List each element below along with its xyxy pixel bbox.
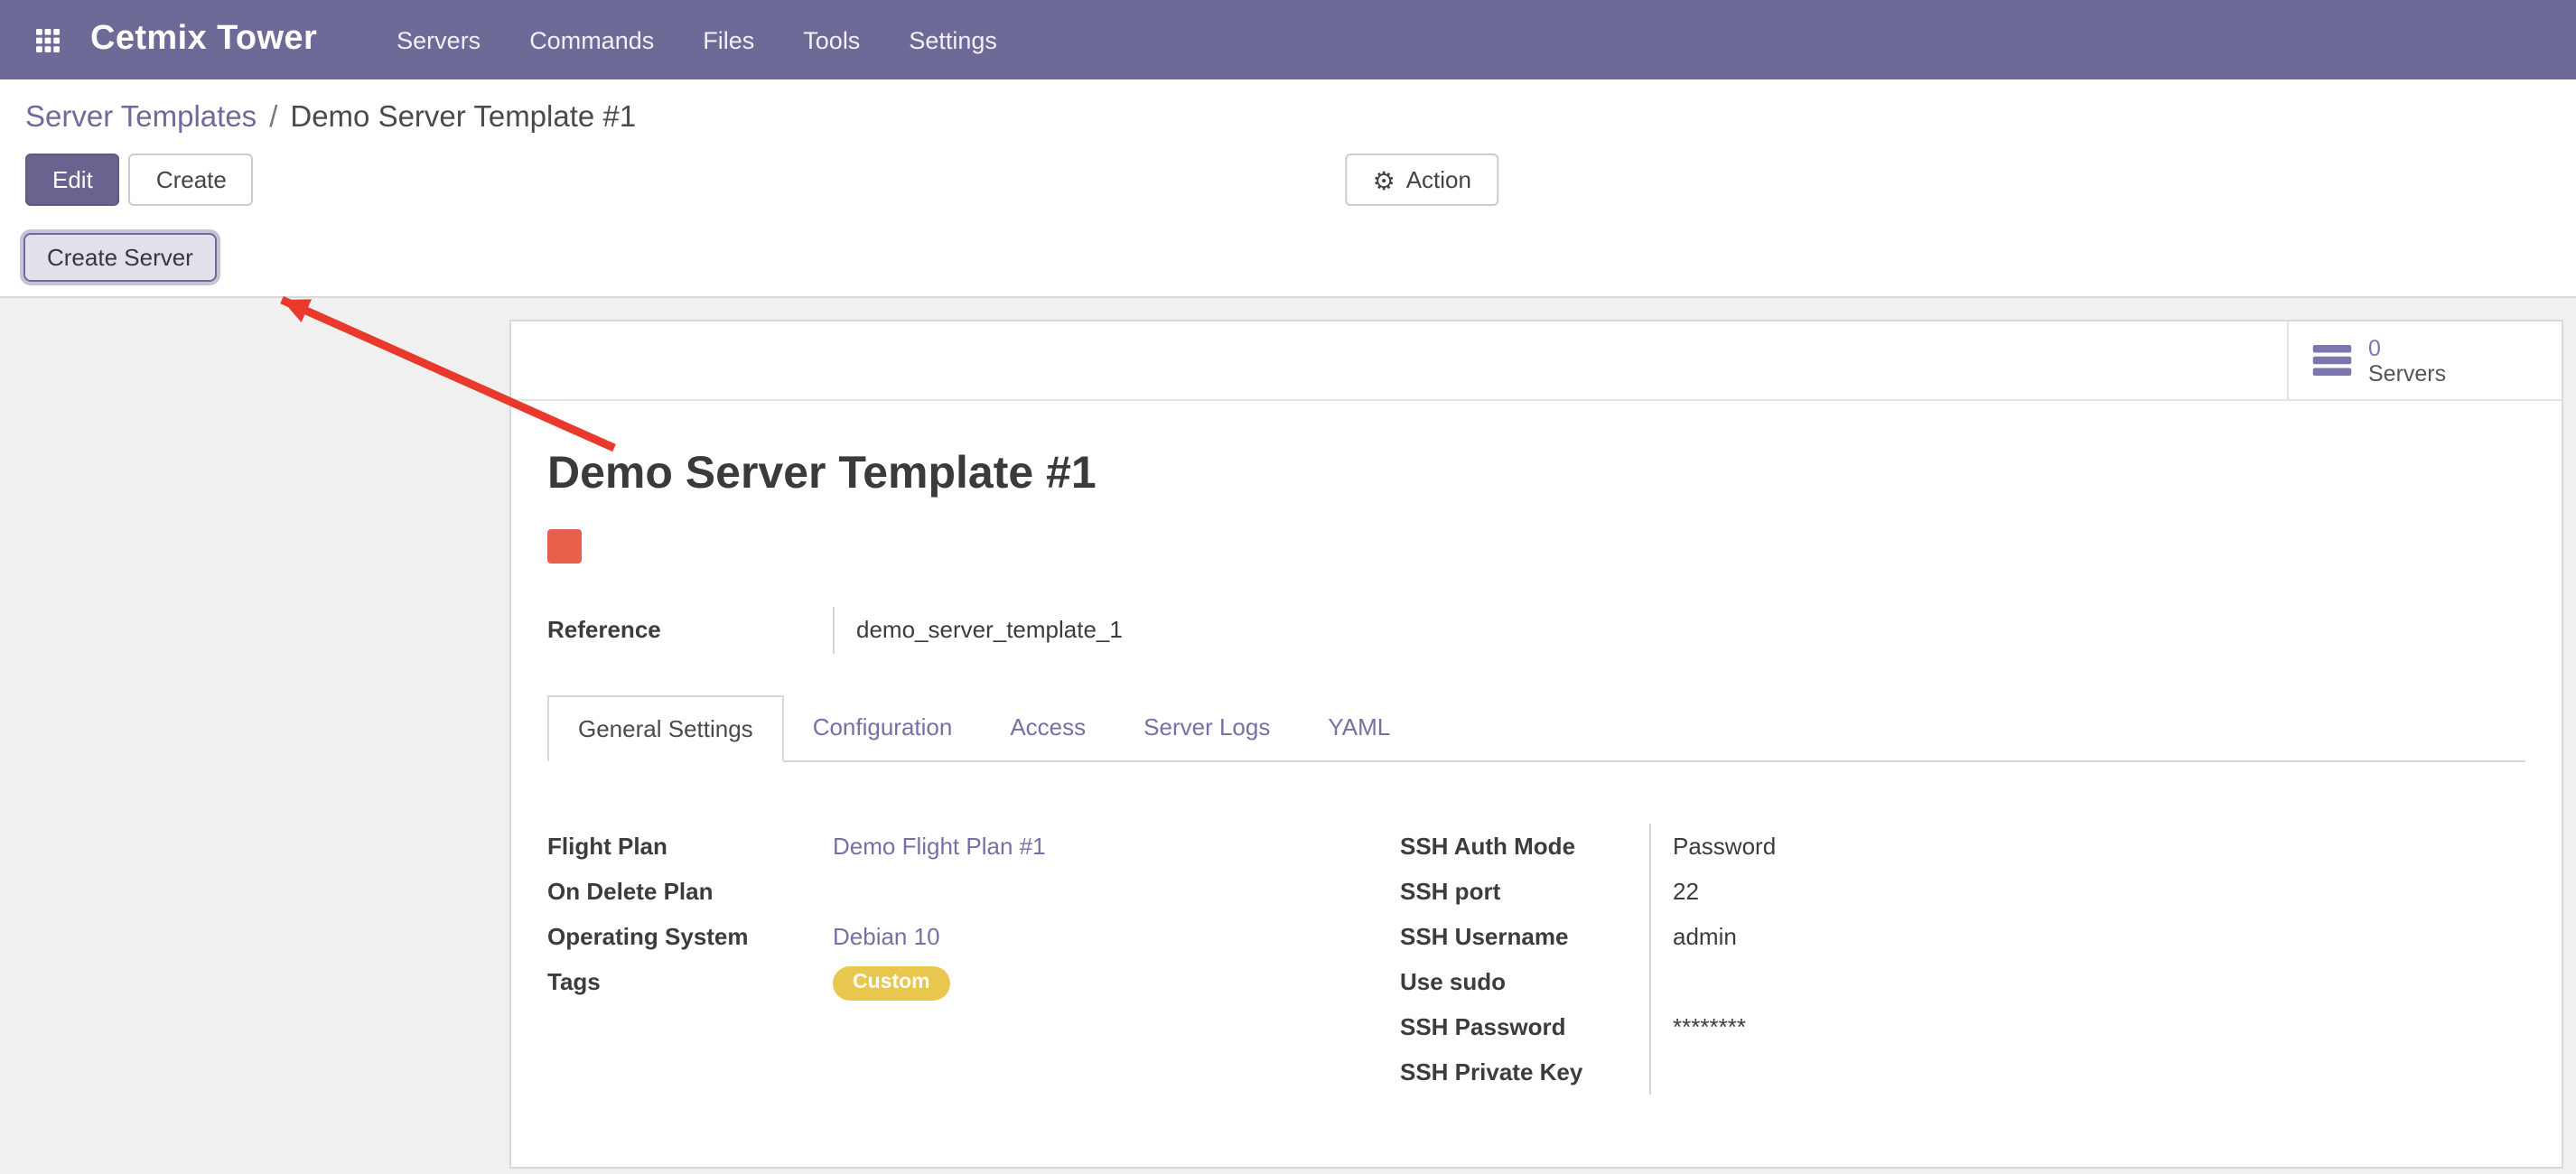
flight-plan-label: Flight Plan	[547, 824, 833, 869]
tab-general-settings[interactable]: General Settings	[547, 695, 784, 762]
ssh-username-value: admin	[1673, 914, 2525, 959]
left-values-column: Demo Flight Plan #1 Debian 10 Custom	[833, 824, 1400, 1004]
record-title: Demo Server Template #1	[547, 448, 2525, 500]
operating-system-label: Operating System	[547, 914, 833, 959]
form-view-background: 0 Servers Demo Server Template #1 Refere…	[0, 298, 2576, 1174]
apps-grid-icon	[35, 28, 59, 51]
right-values-column: Password 22 admin ********	[1649, 824, 2525, 1095]
ssh-port-label: SSH port	[1400, 869, 1649, 914]
reference-field: Reference demo_server_template_1	[547, 607, 2525, 654]
menu-settings[interactable]: Settings	[909, 26, 997, 53]
edit-button[interactable]: Edit	[25, 154, 120, 206]
ssh-private-key-value	[1673, 1049, 2525, 1095]
action-button-label: Action	[1406, 166, 1471, 193]
use-sudo-value	[1673, 959, 2525, 1004]
ssh-port-value: 22	[1673, 869, 2525, 914]
reference-value[interactable]: demo_server_template_1	[833, 607, 1230, 654]
ssh-auth-mode-value: Password	[1673, 824, 2525, 869]
servers-count-label: Servers	[2368, 360, 2446, 386]
breadcrumb-current: Demo Server Template #1	[290, 101, 636, 134]
on-delete-plan-label: On Delete Plan	[547, 869, 833, 914]
servers-stat-button[interactable]: 0 Servers	[2287, 321, 2562, 399]
gear-icon: ⚙	[1373, 167, 1395, 192]
servers-icon	[2312, 345, 2352, 376]
left-labels-column: Flight Plan On Delete Plan Operating Sys…	[547, 824, 833, 1004]
form-statusbar: Create Server	[0, 220, 2576, 298]
control-panel: Edit Create ⚙ Action	[0, 143, 2576, 220]
menu-files[interactable]: Files	[703, 26, 754, 53]
tab-access[interactable]: Access	[981, 695, 1115, 762]
menu-servers[interactable]: Servers	[397, 26, 481, 53]
general-settings-groups: Flight Plan On Delete Plan Operating Sys…	[547, 824, 2525, 1095]
create-button[interactable]: Create	[129, 154, 254, 206]
form-sheet: 0 Servers Demo Server Template #1 Refere…	[509, 320, 2563, 1169]
breadcrumb-parent-link[interactable]: Server Templates	[25, 101, 257, 134]
ssh-private-key-label: SSH Private Key	[1400, 1049, 1649, 1095]
flight-plan-link[interactable]: Demo Flight Plan #1	[833, 833, 1046, 860]
tags-value: Custom	[833, 959, 1400, 1004]
create-server-button[interactable]: Create Server	[23, 233, 217, 282]
action-button[interactable]: ⚙ Action	[1346, 154, 1498, 206]
sheet-content: Demo Server Template #1 Reference demo_s…	[511, 401, 2562, 1167]
menu-commands[interactable]: Commands	[529, 26, 654, 53]
ssh-password-value: ********	[1673, 1004, 2525, 1049]
apps-menu-button[interactable]	[14, 0, 79, 79]
tab-yaml[interactable]: YAML	[1299, 695, 1419, 762]
menu-tools[interactable]: Tools	[803, 26, 860, 53]
tab-configuration[interactable]: Configuration	[784, 695, 982, 762]
ssh-username-label: SSH Username	[1400, 914, 1649, 959]
operating-system-link[interactable]: Debian 10	[833, 923, 940, 950]
right-labels-column: SSH Auth Mode SSH port SSH Username Use …	[1400, 824, 1649, 1095]
breadcrumb: Server Templates / Demo Server Template #1	[0, 79, 2576, 143]
main-menu: Servers Commands Files Tools Settings	[397, 26, 997, 53]
stat-button-box: 0 Servers	[511, 321, 2562, 401]
tag-badge-custom[interactable]: Custom	[833, 966, 950, 1001]
breadcrumb-separator: /	[269, 101, 277, 134]
top-navbar: Cetmix Tower Servers Commands Files Tool…	[0, 0, 2576, 79]
on-delete-plan-value	[833, 869, 1400, 914]
flight-plan-value: Demo Flight Plan #1	[833, 824, 1400, 869]
ssh-password-label: SSH Password	[1400, 1004, 1649, 1049]
tags-label: Tags	[547, 959, 833, 1004]
reference-label: Reference	[547, 607, 833, 654]
operating-system-value: Debian 10	[833, 914, 1400, 959]
stat-text: 0 Servers	[2368, 335, 2446, 386]
notebook-tabs: General Settings Configuration Access Se…	[547, 694, 2525, 762]
general-left-group: Flight Plan On Delete Plan Operating Sys…	[547, 824, 1400, 1095]
tab-server-logs[interactable]: Server Logs	[1115, 695, 1299, 762]
use-sudo-label: Use sudo	[1400, 959, 1649, 1004]
app-window: Cetmix Tower Servers Commands Files Tool…	[0, 0, 2576, 1174]
general-right-group: SSH Auth Mode SSH port SSH Username Use …	[1400, 824, 2525, 1095]
ssh-auth-mode-label: SSH Auth Mode	[1400, 824, 1649, 869]
app-brand[interactable]: Cetmix Tower	[90, 20, 317, 60]
color-swatch[interactable]	[547, 529, 582, 564]
servers-count: 0	[2368, 335, 2446, 360]
